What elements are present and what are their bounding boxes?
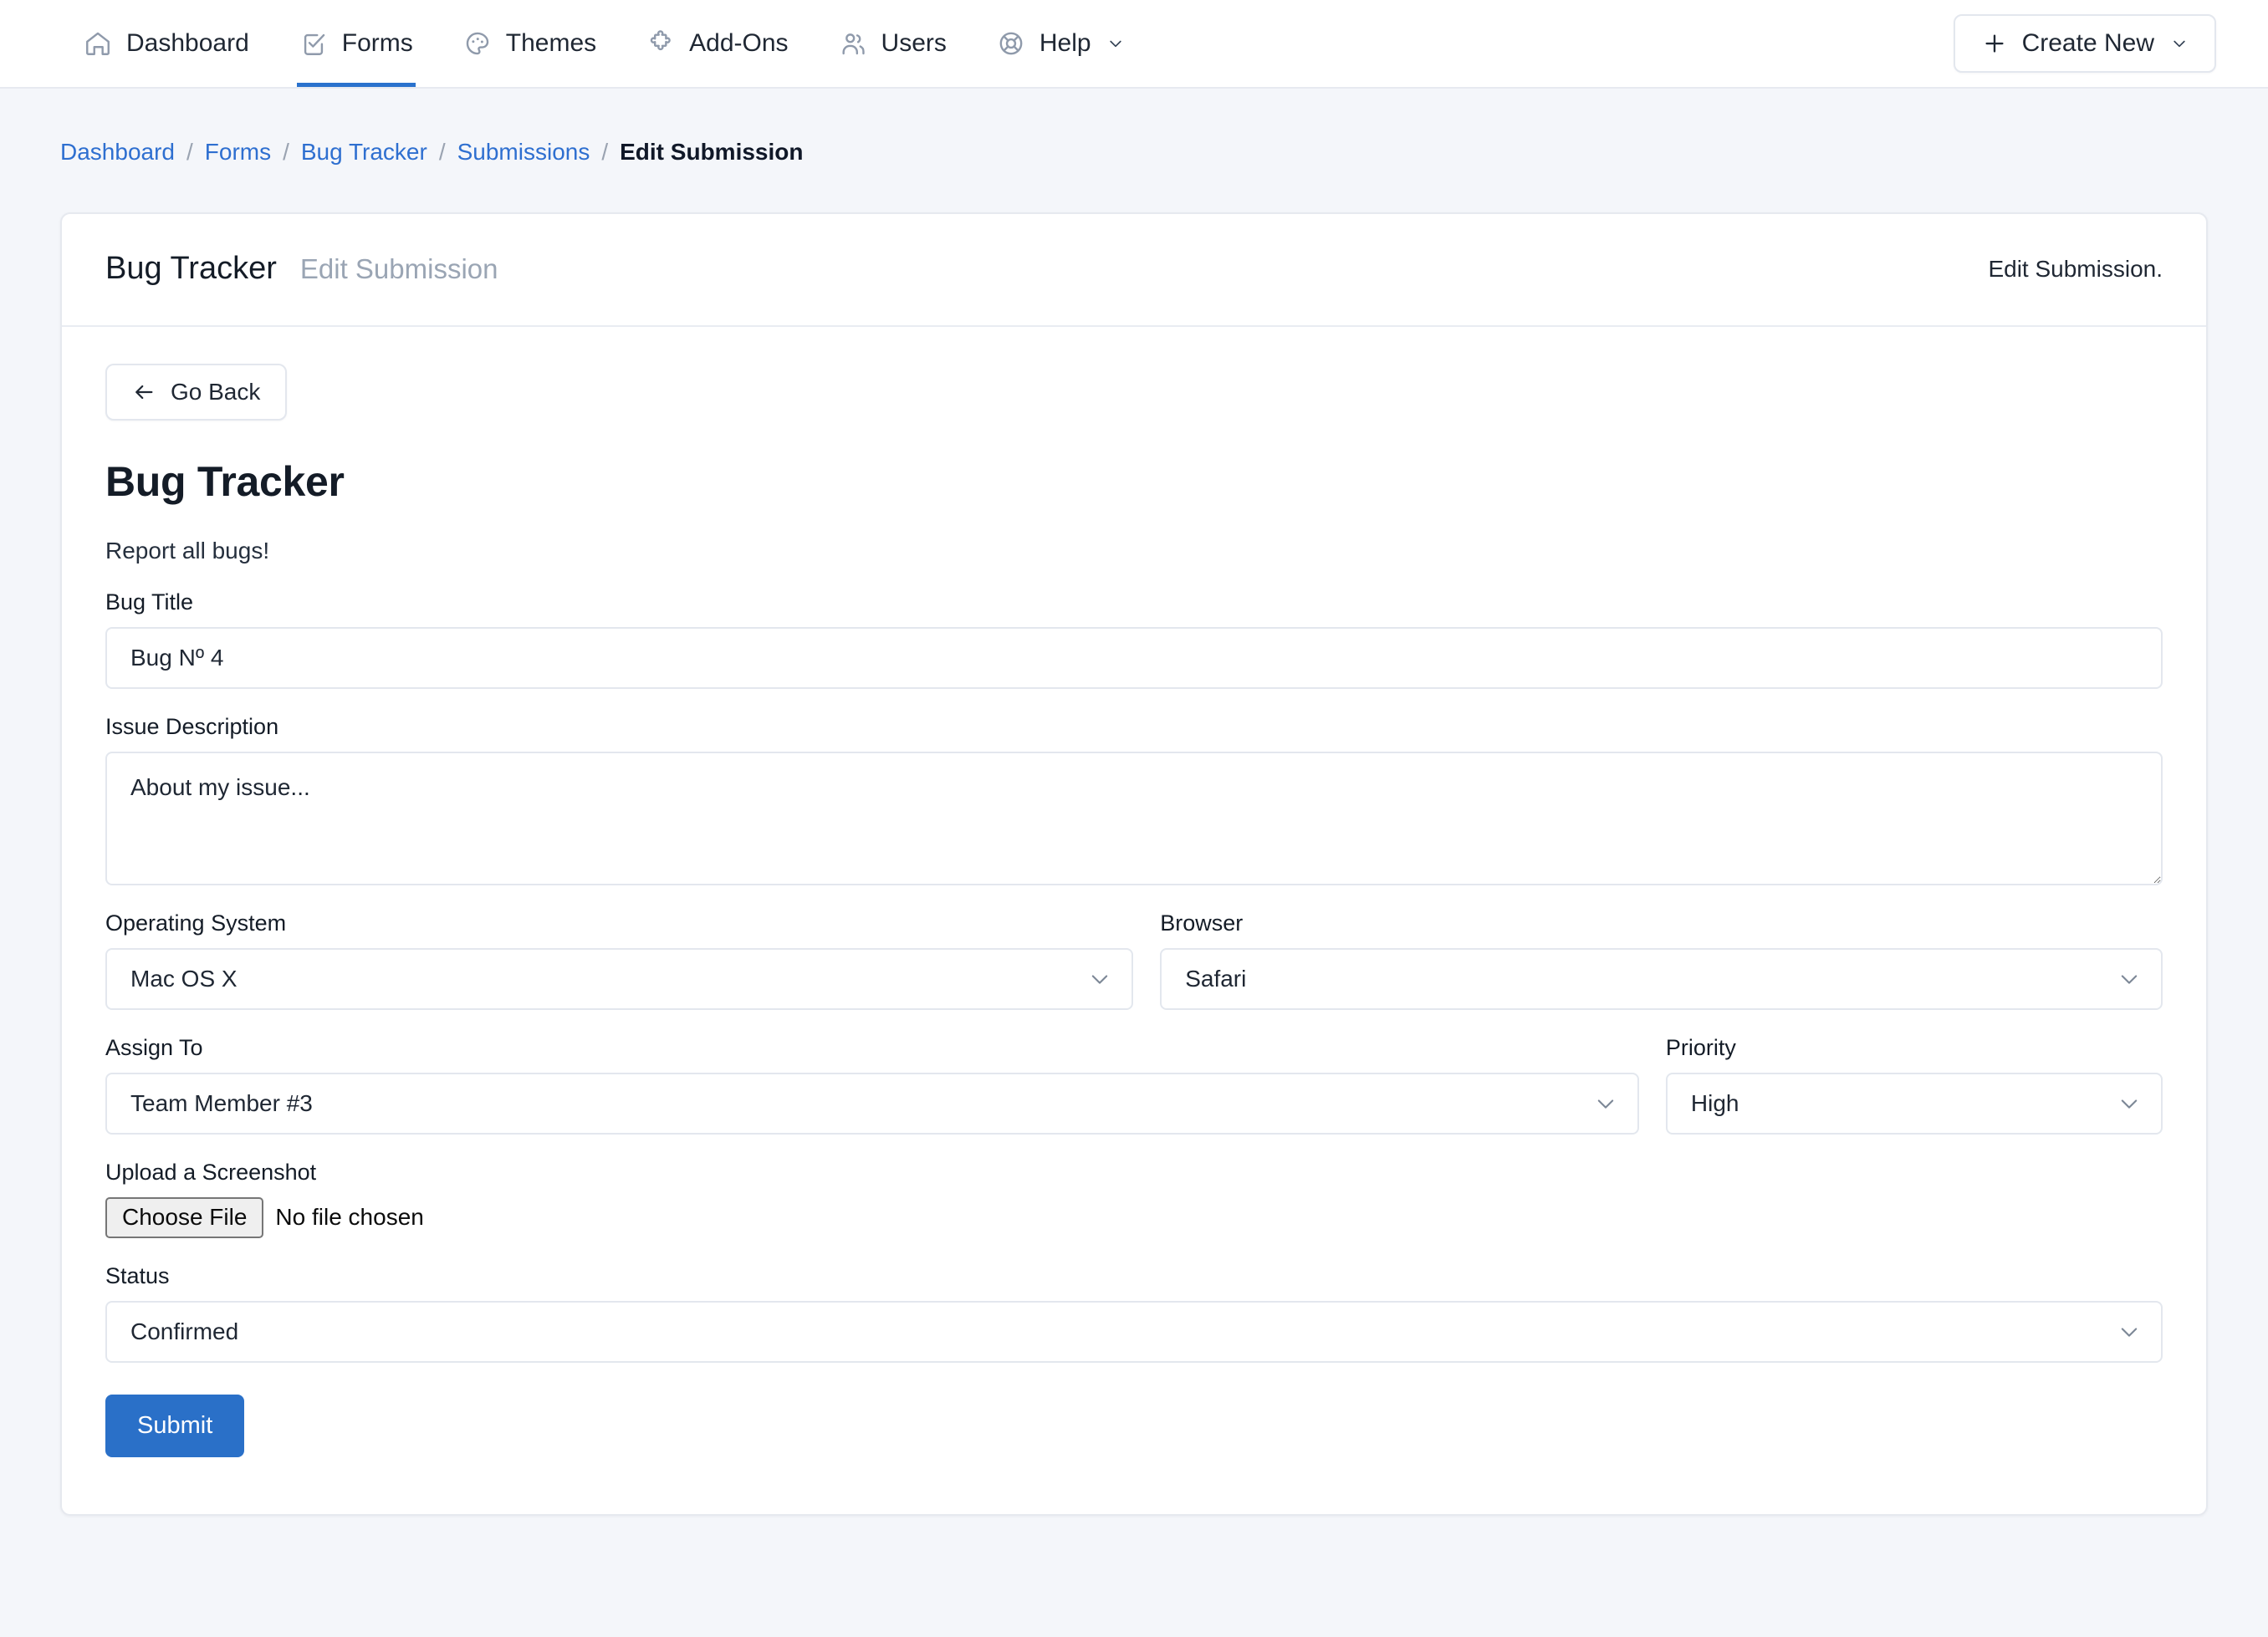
- nav-item-label: Help: [1040, 29, 1091, 58]
- palette-icon: [463, 29, 492, 58]
- breadcrumb: Dashboard / Forms / Bug Tracker / Submis…: [0, 89, 2268, 166]
- file-input-row[interactable]: Choose File No file chosen: [105, 1197, 2163, 1238]
- browser-select[interactable]: Safari: [1160, 948, 2163, 1010]
- nav-item-add-ons[interactable]: Add-Ons: [621, 0, 813, 87]
- operating-system-select[interactable]: Mac OS X: [105, 948, 1133, 1010]
- field-row-assign-priority: Assign To Team Member #3 Priority High: [105, 1035, 2163, 1135]
- nav-item-label: Themes: [506, 29, 596, 58]
- nav-item-users[interactable]: Users: [814, 0, 972, 87]
- top-navigation-bar: Dashboard Forms Themes: [0, 0, 2268, 89]
- submit-button[interactable]: Submit: [105, 1395, 244, 1457]
- priority-label: Priority: [1666, 1035, 2163, 1061]
- field-priority: Priority High: [1666, 1035, 2163, 1135]
- puzzle-icon: [646, 29, 675, 58]
- assign-to-label: Assign To: [105, 1035, 1639, 1061]
- nav-item-help[interactable]: Help: [972, 0, 1149, 87]
- status-select[interactable]: Confirmed: [105, 1301, 2163, 1363]
- priority-select[interactable]: High: [1666, 1073, 2163, 1135]
- go-back-button[interactable]: Go Back: [105, 364, 287, 421]
- card-title: Bug Tracker: [105, 251, 277, 287]
- chevron-down-icon: [2171, 35, 2188, 52]
- nav-items: Dashboard Forms Themes: [59, 0, 1149, 87]
- go-back-label: Go Back: [171, 379, 260, 405]
- breadcrumb-item-submissions[interactable]: Submissions: [457, 139, 590, 166]
- breadcrumb-separator: /: [186, 139, 193, 166]
- nav-item-label: Users: [881, 29, 947, 58]
- nav-item-themes[interactable]: Themes: [438, 0, 621, 87]
- field-bug-title: Bug Title: [105, 589, 2163, 689]
- assign-to-select[interactable]: Team Member #3: [105, 1073, 1639, 1135]
- field-status: Status Confirmed: [105, 1263, 2163, 1363]
- priority-select-wrapper: High: [1666, 1073, 2163, 1135]
- arrow-left-icon: [132, 380, 156, 404]
- chevron-down-icon: [1107, 35, 1124, 52]
- create-new-label: Create New: [2022, 29, 2154, 58]
- breadcrumb-separator: /: [439, 139, 446, 166]
- create-new-button[interactable]: Create New: [1954, 14, 2216, 73]
- card-header-note: Edit Submission.: [1988, 256, 2163, 283]
- choose-file-button[interactable]: Choose File: [105, 1197, 263, 1238]
- forms-icon: [299, 29, 328, 58]
- edit-submission-card: Bug Tracker Edit Submission Edit Submiss…: [60, 212, 2208, 1516]
- field-row-os-browser: Operating System Mac OS X Browser Safari: [105, 910, 2163, 1010]
- card-body: Go Back Bug Tracker Report all bugs! Bug…: [62, 327, 2206, 1514]
- status-select-wrapper: Confirmed: [105, 1301, 2163, 1363]
- nav-item-label: Forms: [342, 29, 413, 58]
- field-operating-system: Operating System Mac OS X: [105, 910, 1133, 1010]
- breadcrumb-separator: /: [601, 139, 608, 166]
- browser-label: Browser: [1160, 910, 2163, 936]
- card-header: Bug Tracker Edit Submission Edit Submiss…: [62, 214, 2206, 327]
- browser-select-wrapper: Safari: [1160, 948, 2163, 1010]
- issue-description-label: Issue Description: [105, 714, 2163, 740]
- users-icon: [839, 29, 867, 58]
- field-issue-description: Issue Description: [105, 714, 2163, 885]
- field-browser: Browser Safari: [1160, 910, 2163, 1010]
- field-upload-screenshot: Upload a Screenshot Choose File No file …: [105, 1160, 2163, 1238]
- bug-title-input[interactable]: [105, 627, 2163, 689]
- page-title: Bug Tracker: [105, 457, 2163, 506]
- plus-icon: [1982, 31, 2007, 56]
- breadcrumb-item-forms[interactable]: Forms: [205, 139, 271, 166]
- nav-item-forms[interactable]: Forms: [274, 0, 438, 87]
- nav-item-label: Add-Ons: [689, 29, 788, 58]
- breadcrumb-item-dashboard[interactable]: Dashboard: [60, 139, 175, 166]
- assign-to-select-wrapper: Team Member #3: [105, 1073, 1639, 1135]
- issue-description-textarea[interactable]: [105, 752, 2163, 885]
- upload-label: Upload a Screenshot: [105, 1160, 2163, 1186]
- field-assign-to: Assign To Team Member #3: [105, 1035, 1639, 1135]
- file-status-text: No file chosen: [275, 1204, 423, 1231]
- home-icon: [84, 29, 112, 58]
- form-description: Report all bugs!: [105, 538, 2163, 564]
- operating-system-label: Operating System: [105, 910, 1133, 936]
- operating-system-select-wrapper: Mac OS X: [105, 948, 1133, 1010]
- status-label: Status: [105, 1263, 2163, 1289]
- lifebuoy-icon: [997, 29, 1025, 58]
- nav-item-label: Dashboard: [126, 29, 249, 58]
- breadcrumb-item-current: Edit Submission: [620, 139, 803, 166]
- breadcrumb-separator: /: [283, 139, 289, 166]
- nav-item-dashboard[interactable]: Dashboard: [59, 0, 274, 87]
- breadcrumb-item-bug-tracker[interactable]: Bug Tracker: [301, 139, 427, 166]
- bug-title-label: Bug Title: [105, 589, 2163, 615]
- card-subtitle: Edit Submission: [300, 253, 498, 285]
